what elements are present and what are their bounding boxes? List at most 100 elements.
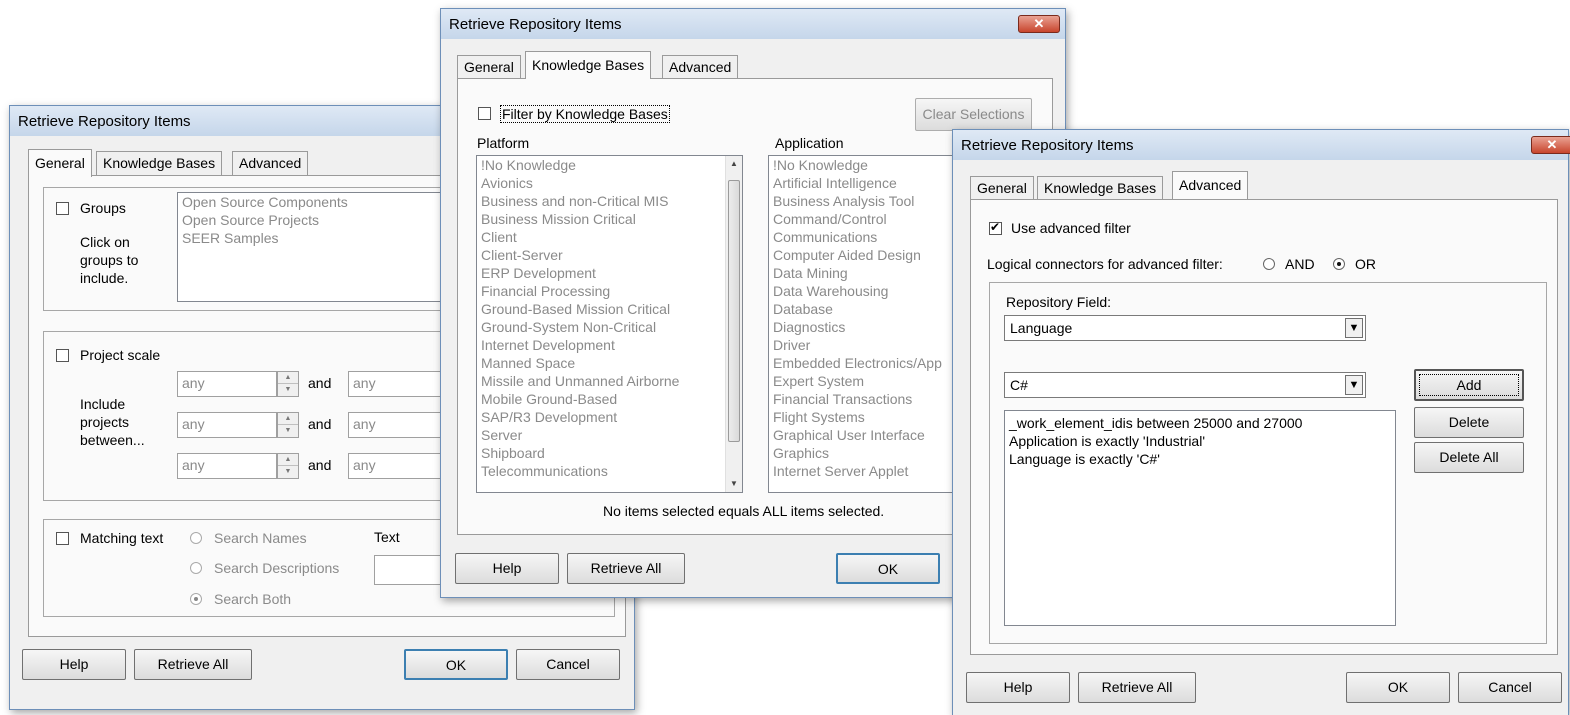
project-scale-label: Project scale	[80, 347, 161, 363]
list-item[interactable]: Avionics	[477, 174, 742, 192]
search-both-label: Search Both	[214, 591, 292, 607]
tab-advanced[interactable]: Advanced	[232, 151, 309, 175]
repository-field-value: Language	[1010, 320, 1073, 336]
list-item[interactable]: Server	[477, 426, 742, 444]
list-item[interactable]: Mobile Ground-Based	[477, 390, 742, 408]
close-icon: ✕	[1546, 137, 1558, 152]
clear-selections-button[interactable]: Clear Selections	[915, 98, 1032, 131]
range-from-1-spinner[interactable]: ▲ ▼	[277, 371, 299, 397]
help-button[interactable]: Help	[966, 672, 1070, 703]
value-select-value: C#	[1010, 377, 1028, 393]
tab-general[interactable]: General	[970, 176, 1034, 200]
retrieve-all-button[interactable]: Retrieve All	[134, 649, 252, 680]
search-both-radio[interactable]	[190, 593, 202, 605]
scroll-down-icon[interactable]: ▼	[726, 476, 742, 492]
list-item[interactable]: Manned Space	[477, 354, 742, 372]
list-item[interactable]: Client-Server	[477, 246, 742, 264]
close-button[interactable]: ✕	[1531, 136, 1570, 154]
tab-knowledge-bases[interactable]: Knowledge Bases	[525, 51, 652, 79]
list-item[interactable]: Internet Development	[477, 336, 742, 354]
project-scale-checkbox[interactable]	[56, 349, 69, 362]
tab-advanced[interactable]: Advanced	[662, 55, 739, 79]
tab-panel: Use advanced filter Logical connectors f…	[970, 199, 1558, 655]
ok-label: OK	[877, 561, 899, 577]
groups-checkbox[interactable]	[56, 202, 69, 215]
platform-list[interactable]: !No Knowledge Avionics Business and non-…	[476, 155, 743, 493]
list-item[interactable]: Ground-Based Mission Critical	[477, 300, 742, 318]
list-item[interactable]: Ground-System Non-Critical	[477, 318, 742, 336]
dialog-advanced: Retrieve Repository Items ✕ General Know…	[952, 129, 1570, 715]
list-item[interactable]: Shipboard	[477, 444, 742, 462]
title-bar[interactable]: Retrieve Repository Items ✕	[953, 130, 1570, 160]
list-item[interactable]: Business and non-Critical MIS	[477, 192, 742, 210]
window-title: Retrieve Repository Items	[18, 113, 191, 130]
list-item[interactable]: Language is exactly 'C#'	[1005, 450, 1395, 468]
chevron-down-icon[interactable]: ▼	[1345, 375, 1363, 395]
value-select[interactable]: C# ▼	[1004, 372, 1366, 398]
title-bar[interactable]: Retrieve Repository Items ✕	[441, 9, 1065, 39]
ok-button[interactable]: OK	[836, 553, 940, 584]
filter-knowledge-bases-checkbox[interactable]	[478, 107, 491, 120]
list-item[interactable]: Client	[477, 228, 742, 246]
and-label: and	[308, 375, 332, 391]
groups-hint-1: Click on	[80, 234, 130, 250]
chevron-down-icon[interactable]: ▼	[1345, 318, 1363, 338]
help-button[interactable]: Help	[22, 649, 126, 680]
range-from-2-spinner[interactable]: ▲ ▼	[277, 412, 299, 438]
delete-all-button[interactable]: Delete All	[1414, 442, 1524, 473]
scroll-thumb[interactable]	[728, 180, 740, 442]
delete-label: Delete	[1448, 414, 1490, 430]
cancel-label: Cancel	[1488, 679, 1532, 695]
selection-note: No items selected equals ALL items selec…	[603, 503, 885, 519]
search-names-label: Search Names	[214, 530, 307, 546]
filter-builder-group: Repository Field: Language ▼ C# ▼ _work_…	[989, 282, 1547, 644]
tab-general[interactable]: General	[28, 149, 92, 177]
search-descriptions-radio[interactable]	[190, 562, 202, 574]
tab-knowledge-bases[interactable]: Knowledge Bases	[96, 151, 223, 175]
ok-label: OK	[445, 657, 467, 673]
cancel-button[interactable]: Cancel	[1458, 672, 1562, 703]
search-descriptions-label: Search Descriptions	[214, 560, 340, 576]
close-button[interactable]: ✕	[1018, 15, 1060, 33]
list-item[interactable]: Telecommunications	[477, 462, 742, 480]
help-button-label: Help	[1003, 679, 1033, 695]
ok-button[interactable]: OK	[404, 649, 508, 680]
list-item[interactable]: Financial Processing	[477, 282, 742, 300]
retrieve-all-label: Retrieve All	[590, 560, 662, 576]
filter-conditions-list[interactable]: _work_element_idis between 25000 and 270…	[1004, 410, 1396, 626]
tab-knowledge-bases[interactable]: Knowledge Bases	[1037, 176, 1164, 200]
list-item[interactable]: !No Knowledge	[477, 156, 742, 174]
ok-button[interactable]: OK	[1346, 672, 1450, 703]
range-from-3[interactable]: any	[177, 453, 277, 479]
list-item[interactable]: Application is exactly 'Industrial'	[1005, 432, 1395, 450]
use-advanced-filter-checkbox[interactable]	[989, 220, 1002, 235]
list-item[interactable]: SAP/R3 Development	[477, 408, 742, 426]
cancel-button[interactable]: Cancel	[516, 649, 620, 680]
tab-advanced[interactable]: Advanced	[1172, 171, 1249, 199]
repository-field-label: Repository Field:	[1006, 294, 1112, 310]
list-item[interactable]: Missile and Unmanned Airborne	[477, 372, 742, 390]
platform-scrollbar[interactable]: ▲ ▼	[725, 156, 742, 492]
help-button[interactable]: Help	[455, 553, 559, 584]
filter-knowledge-bases-label: Filter by Knowledge Bases	[500, 105, 670, 123]
matching-text-checkbox[interactable]	[56, 532, 69, 545]
delete-button[interactable]: Delete	[1414, 407, 1524, 438]
list-item[interactable]: _work_element_idis between 25000 and 270…	[1005, 414, 1395, 432]
and-radio[interactable]	[1263, 258, 1275, 270]
range-from-3-spinner[interactable]: ▲ ▼	[277, 453, 299, 479]
range-from-2[interactable]: any	[177, 412, 277, 438]
or-radio[interactable]	[1333, 258, 1345, 270]
scroll-up-icon[interactable]: ▲	[726, 156, 742, 172]
retrieve-all-button[interactable]: Retrieve All	[567, 553, 685, 584]
range-from-1[interactable]: any	[177, 371, 277, 397]
retrieve-all-button[interactable]: Retrieve All	[1078, 672, 1196, 703]
add-button[interactable]: Add	[1414, 369, 1524, 401]
search-names-radio[interactable]	[190, 532, 202, 544]
help-button-label: Help	[492, 560, 522, 576]
or-label: OR	[1355, 256, 1376, 272]
tab-general[interactable]: General	[457, 55, 521, 79]
repository-field-select[interactable]: Language ▼	[1004, 315, 1366, 341]
list-item[interactable]: ERP Development	[477, 264, 742, 282]
retrieve-all-label: Retrieve All	[1101, 679, 1173, 695]
list-item[interactable]: Business Mission Critical	[477, 210, 742, 228]
